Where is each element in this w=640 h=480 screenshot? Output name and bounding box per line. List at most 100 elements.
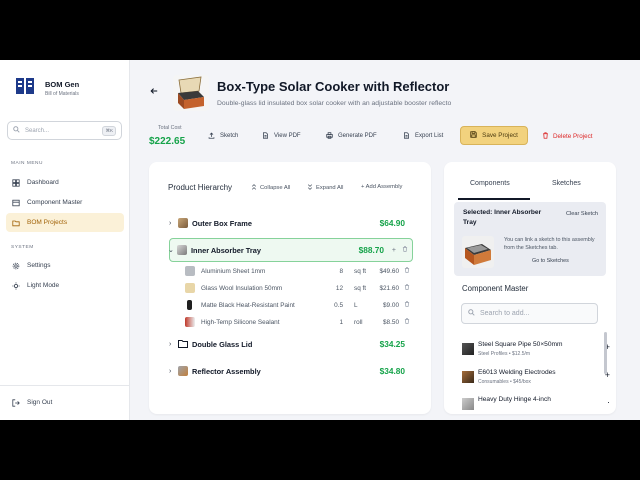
assembly-preview-image xyxy=(462,236,494,268)
save-icon xyxy=(470,131,477,140)
chevron-right-icon[interactable]: › xyxy=(169,220,178,227)
chevron-right-icon[interactable]: › xyxy=(169,368,178,375)
collapse-all-button[interactable]: Collapse All xyxy=(251,184,290,192)
component-item[interactable]: Heavy Duty Hinge 4-inch · xyxy=(462,394,610,414)
assembly-name: Inner Absorber Tray xyxy=(191,245,261,255)
save-project-button[interactable]: Save Project xyxy=(460,126,528,145)
trash-icon[interactable] xyxy=(404,301,410,309)
component-name: Steel Square Pipe 50×50mm xyxy=(478,341,563,348)
dashboard-icon xyxy=(12,178,20,187)
trash-icon[interactable] xyxy=(404,318,410,326)
component-item[interactable]: E6013 Welding Electrodes Consumables • $… xyxy=(462,367,610,391)
part-cost: $8.50 xyxy=(383,318,399,326)
add-component-icon[interactable]: · xyxy=(607,397,610,407)
hierarchy-title: Product Hierarchy xyxy=(168,183,233,192)
upload-icon xyxy=(208,132,215,141)
sketch-label: Sketch xyxy=(220,133,239,139)
part-unit: roll xyxy=(354,318,363,326)
sidebar-item-settings[interactable]: Settings xyxy=(6,256,124,275)
back-arrow-icon[interactable] xyxy=(150,87,158,97)
go-to-sketches-button[interactable]: Go to Sketches xyxy=(532,258,569,264)
part-qty[interactable]: 8 xyxy=(329,268,343,275)
component-thumbnail xyxy=(462,343,474,355)
product-hierarchy-panel: Product Hierarchy Collapse All Expand Al… xyxy=(149,162,431,414)
assembly-price: $64.90 xyxy=(379,218,405,228)
component-item[interactable]: Steel Square Pipe 50×50mm Steel Profiles… xyxy=(462,339,610,363)
project-thumbnail xyxy=(173,75,209,111)
assembly-thumbnail xyxy=(178,366,188,376)
trash-icon[interactable] xyxy=(402,246,408,254)
sidebar-search-input[interactable]: Search... ⌘K xyxy=(7,121,122,140)
part-name: High-Temp Silicone Sealant xyxy=(201,318,280,326)
sign-out-button[interactable]: Sign Out xyxy=(6,393,124,412)
assembly-row-double-glass-lid[interactable]: › Double Glass Lid $34.25 xyxy=(169,332,413,356)
sidebar-item-light-mode[interactable]: Light Mode xyxy=(6,276,124,295)
assembly-name: Double Glass Lid xyxy=(192,339,253,349)
assembly-thumbnail xyxy=(177,245,187,255)
sidebar-item-dashboard[interactable]: Dashboard xyxy=(6,173,124,192)
delete-project-label: Delete Project xyxy=(553,132,593,140)
page-title: Box-Type Solar Cooker with Reflector xyxy=(217,79,450,94)
assembly-row-reflector-assembly[interactable]: › Reflector Assembly $34.80 xyxy=(169,359,413,383)
tab-components[interactable]: Components xyxy=(470,180,510,187)
search-placeholder: Search... xyxy=(25,127,50,134)
document-icon xyxy=(262,131,269,141)
part-row[interactable]: Glass Wool Insulation 50mm 12 sq ft $21.… xyxy=(185,281,413,295)
document-icon xyxy=(403,131,410,141)
part-thumbnail xyxy=(187,300,192,310)
component-search-input[interactable]: Search to add... xyxy=(461,303,598,324)
save-project-label: Save Project xyxy=(482,132,518,139)
part-cost: $9.00 xyxy=(383,301,399,309)
view-pdf-label: View PDF xyxy=(274,133,301,139)
component-meta: Steel Profiles • $12.5/m xyxy=(478,351,531,357)
part-qty[interactable]: 1 xyxy=(329,319,343,326)
sidebar-item-label: Light Mode xyxy=(27,282,60,289)
component-list-scrollbar[interactable] xyxy=(604,332,607,374)
export-list-button[interactable]: Export List xyxy=(403,129,443,143)
add-part-icon[interactable]: + xyxy=(392,247,396,254)
component-name: Heavy Duty Hinge 4-inch xyxy=(478,396,551,403)
part-row[interactable]: Aluminium Sheet 1mm 8 sq ft $49.60 xyxy=(185,264,413,278)
total-cost-value: $222.65 xyxy=(149,136,186,147)
link-sketch-message: You can link a sketch to this assembly f… xyxy=(504,237,595,251)
sign-out-icon xyxy=(12,398,20,407)
assembly-row-inner-absorber-tray[interactable]: ⌄ Inner Absorber Tray $88.70 + xyxy=(168,238,413,262)
sketch-button[interactable]: Sketch xyxy=(208,129,238,143)
expand-all-button[interactable]: Expand All xyxy=(307,184,343,192)
trash-icon[interactable] xyxy=(404,284,410,292)
chevron-down-icon[interactable]: ⌄ xyxy=(168,246,177,254)
part-row[interactable]: High-Temp Silicone Sealant 1 roll $8.50 xyxy=(185,315,413,329)
generate-pdf-label: Generate PDF xyxy=(338,133,377,139)
sidebar-item-component-master[interactable]: Component Master xyxy=(6,193,124,212)
generate-pdf-button[interactable]: Generate PDF xyxy=(326,129,377,143)
collapse-all-label: Collapse All xyxy=(260,185,291,191)
add-assembly-button[interactable]: + Add Assembly xyxy=(361,184,402,190)
part-cost: $49.60 xyxy=(379,267,399,275)
brand: BOM Gen Bill of Materials xyxy=(15,76,79,101)
selected-assembly-label: Selected: Inner Absorber Tray xyxy=(463,209,542,226)
component-name: E6013 Welding Electrodes xyxy=(478,369,556,376)
sidebar-item-bom-projects[interactable]: BOM Projects xyxy=(6,213,124,232)
part-qty[interactable]: 0.5 xyxy=(329,302,343,309)
trash-icon[interactable] xyxy=(404,267,410,275)
clear-sketch-button[interactable]: Clear Sketch xyxy=(566,211,598,217)
folder-icon xyxy=(178,335,188,353)
folder-icon xyxy=(12,219,20,227)
tab-sketches[interactable]: Sketches xyxy=(552,180,581,187)
view-pdf-button[interactable]: View PDF xyxy=(262,129,301,143)
active-tab-indicator xyxy=(458,198,530,200)
delete-project-button[interactable]: Delete Project xyxy=(542,129,593,143)
box-icon xyxy=(12,199,20,207)
system-label: SYSTEM xyxy=(11,245,34,250)
part-row[interactable]: Matte Black Heat-Resistant Paint 0.5 L $… xyxy=(185,298,413,312)
assembly-price: $34.80 xyxy=(379,366,405,376)
part-unit: sq ft xyxy=(354,267,367,275)
project-description: Double-glass lid insulated box solar coo… xyxy=(217,100,452,107)
component-meta: Consumables • $45/box xyxy=(478,379,531,385)
part-name: Aluminium Sheet 1mm xyxy=(201,267,266,275)
chevron-right-icon[interactable]: › xyxy=(169,341,178,348)
expand-all-label: Expand All xyxy=(316,185,344,191)
part-cost: $21.60 xyxy=(379,284,399,292)
assembly-row-outer-box-frame[interactable]: › Outer Box Frame $64.90 xyxy=(169,211,413,235)
part-qty[interactable]: 12 xyxy=(329,285,343,292)
